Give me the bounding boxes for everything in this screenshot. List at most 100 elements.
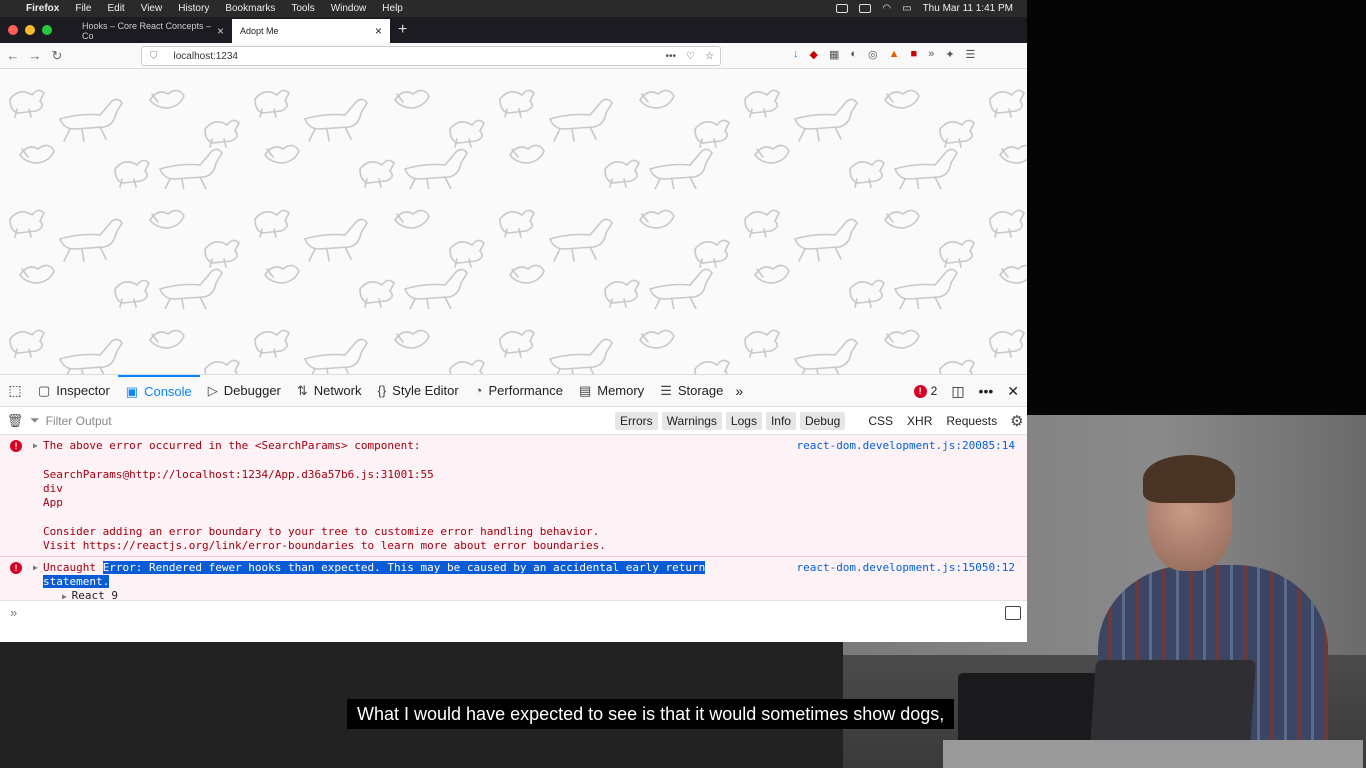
menu-window[interactable]: Window <box>331 3 367 14</box>
tray-icon[interactable] <box>836 4 849 13</box>
message-line[interactable]: SearchParams@http://localhost:1234/App.d… <box>43 468 434 481</box>
presenter-hair <box>1143 455 1235 503</box>
more-actions-icon[interactable]: ••• <box>666 51 677 62</box>
podium <box>943 740 1363 768</box>
storage-icon: ☰ <box>660 382 672 398</box>
error-count-badge[interactable]: ! 2 <box>913 384 937 398</box>
wifi-icon[interactable]: ◠ <box>882 3 891 14</box>
console-message-error[interactable]: ! ▶ Uncaught Error: Rendered fewer hooks… <box>0 557 1027 600</box>
console-input[interactable]: » <box>0 600 1027 628</box>
filter-logs[interactable]: Logs <box>725 412 762 430</box>
new-tab-icon[interactable]: + <box>398 21 407 39</box>
console-message-error[interactable]: ! ▶ The above error occurred in the <Sea… <box>0 435 1027 557</box>
stack-group[interactable]: ▶ React 9 <box>62 589 118 600</box>
prompt-chevron-icon: » <box>10 605 18 620</box>
close-tab-icon[interactable]: × <box>217 24 224 38</box>
back-arrow-icon[interactable]: ← <box>2 48 24 63</box>
tab-label: Memory <box>597 383 645 398</box>
close-tab-icon[interactable]: × <box>375 24 382 38</box>
overflow-chevron-icon[interactable]: » <box>928 48 934 61</box>
tab-memory[interactable]: ▤ Memory <box>571 375 652 407</box>
tab-console[interactable]: ▣ Console <box>117 374 200 407</box>
hamburger-menu-icon[interactable]: ☰ <box>966 48 976 61</box>
tab-strip: Hooks – Core React Concepts – Co × Adopt… <box>0 17 1027 43</box>
sidebar-toggle-icon[interactable] <box>1005 606 1021 620</box>
message-line: Consider adding an error boundary to you… <box>43 525 600 538</box>
menu-history[interactable]: History <box>178 3 209 14</box>
filter-debug[interactable]: Debug <box>799 412 846 430</box>
menu-file[interactable]: File <box>75 3 91 14</box>
filter-requests[interactable]: Requests <box>941 412 1002 430</box>
tab-network[interactable]: ⇅ Network <box>289 375 370 407</box>
chip-icon: ▤ <box>578 382 592 398</box>
network-icon: ⇅ <box>296 382 308 398</box>
extension-icon[interactable]: ◆ <box>810 48 818 61</box>
status-tray: ◠ ▭ Thu Mar 11 1:41 PM <box>836 0 1013 17</box>
tab-hooks[interactable]: Hooks – Core React Concepts – Co × <box>74 19 232 43</box>
reload-icon[interactable]: ↻ <box>46 48 68 64</box>
menu-edit[interactable]: Edit <box>107 3 124 14</box>
extension-icon[interactable]: ▲ <box>889 48 900 61</box>
dock-icon[interactable]: ◫ <box>951 383 964 400</box>
tab-storage[interactable]: ☰ Storage <box>652 375 731 407</box>
menu-help[interactable]: Help <box>382 3 403 14</box>
macos-menubar: Firefox File Edit View History Bookmarks… <box>0 0 1027 17</box>
toolbar-extensions: ↓ ◆ ▦ ◐ ◎ ▲ ■ » ✦ ☰ <box>793 48 975 61</box>
url-bar[interactable]: ⛉ localhost:1234 ••• ♡ ☆ <box>141 46 721 66</box>
message-line: Uncaught Error: Rendered fewer hooks tha… <box>43 561 706 574</box>
filter-xhr[interactable]: XHR <box>902 412 937 430</box>
nav-bar: ← → ↻ ⛉ localhost:1234 ••• ♡ ☆ ↓ ◆ ▦ ◐ ◎… <box>0 43 1027 69</box>
background-area <box>1027 0 1366 415</box>
extension-icon[interactable]: ◐ <box>850 48 857 61</box>
braces-icon: {} <box>377 383 387 398</box>
expand-triangle-icon[interactable]: ▶ <box>62 592 72 600</box>
source-link[interactable]: react-dom.development.js:20085:14 <box>796 439 1015 452</box>
element-picker-icon[interactable]: ⬚ <box>0 382 30 399</box>
minimize-window-button[interactable] <box>25 25 35 35</box>
filter-output-input[interactable]: ⏷ Filter Output <box>30 413 112 428</box>
source-link[interactable]: react-dom.development.js:15050:12 <box>796 561 1015 574</box>
menu-bookmarks[interactable]: Bookmarks <box>225 3 275 14</box>
tab-debugger[interactable]: ▷ Debugger <box>200 375 289 407</box>
tab-style-editor[interactable]: {} Style Editor <box>369 375 466 407</box>
tab-adopt-me[interactable]: Adopt Me × <box>232 19 390 43</box>
menu-view[interactable]: View <box>141 3 163 14</box>
extension-icon[interactable]: ◎ <box>868 48 878 61</box>
bookmark-star-icon[interactable]: ☆ <box>705 51 714 62</box>
video-caption: What I would have expected to see is tha… <box>347 699 955 729</box>
filter-warnings[interactable]: Warnings <box>661 412 722 430</box>
shield-icon[interactable]: ⛉ <box>150 51 158 62</box>
extension-icon[interactable]: ▦ <box>829 48 839 61</box>
pocket-icon[interactable]: ♡ <box>686 51 695 62</box>
download-icon[interactable]: ↓ <box>793 48 799 61</box>
tab-inspector[interactable]: ▢ Inspector <box>30 375 118 407</box>
tab-label: Debugger <box>223 383 281 398</box>
battery-icon[interactable]: ▭ <box>902 3 911 14</box>
expand-triangle-icon[interactable]: ▶ <box>33 441 38 450</box>
menu-app[interactable]: Firefox <box>26 3 59 14</box>
zoom-window-button[interactable] <box>42 25 52 35</box>
filter-errors[interactable]: Errors <box>615 412 658 430</box>
console-filter-bar: 🗑 ⏷ Filter Output Errors Warnings Logs I… <box>0 407 1027 435</box>
expand-triangle-icon[interactable]: ▶ <box>33 563 38 572</box>
filter-css[interactable]: CSS <box>863 412 898 430</box>
tab-label: Storage <box>677 383 724 398</box>
filter-info[interactable]: Info <box>765 412 796 430</box>
clock[interactable]: Thu Mar 11 1:41 PM <box>923 3 1013 14</box>
trash-icon[interactable]: 🗑 <box>0 413 30 429</box>
devtools-menu-icon[interactable]: ••• <box>979 383 994 399</box>
message-line[interactable]: Visit https://reactjs.org/link/error-bou… <box>43 539 606 552</box>
tab-performance[interactable]: ◔ Performance <box>467 375 571 407</box>
stack-label: React 9 <box>71 589 118 600</box>
more-tabs-chevron-icon[interactable]: » <box>735 383 743 399</box>
menu-tools[interactable]: Tools <box>291 3 314 14</box>
error-icon: ! <box>10 562 22 574</box>
tray-icon[interactable] <box>859 4 872 13</box>
forward-arrow-icon[interactable]: → <box>24 48 46 63</box>
url-text[interactable]: localhost:1234 <box>174 51 239 62</box>
close-devtools-icon[interactable]: ✕ <box>1007 383 1019 400</box>
gear-icon[interactable]: ⚙ <box>1010 412 1023 430</box>
extension-icon[interactable]: ■ <box>911 48 918 61</box>
close-window-button[interactable] <box>8 25 18 35</box>
extensions-puzzle-icon[interactable]: ✦ <box>945 48 954 61</box>
